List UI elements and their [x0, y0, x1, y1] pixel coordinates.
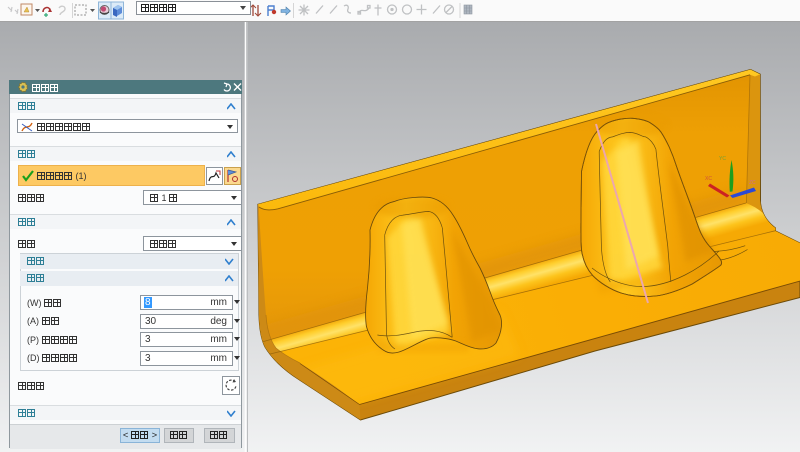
svg-text:ZC: ZC — [749, 180, 756, 186]
svg-text:XC: XC — [705, 176, 712, 182]
svg-text:YC: YC — [719, 156, 726, 162]
